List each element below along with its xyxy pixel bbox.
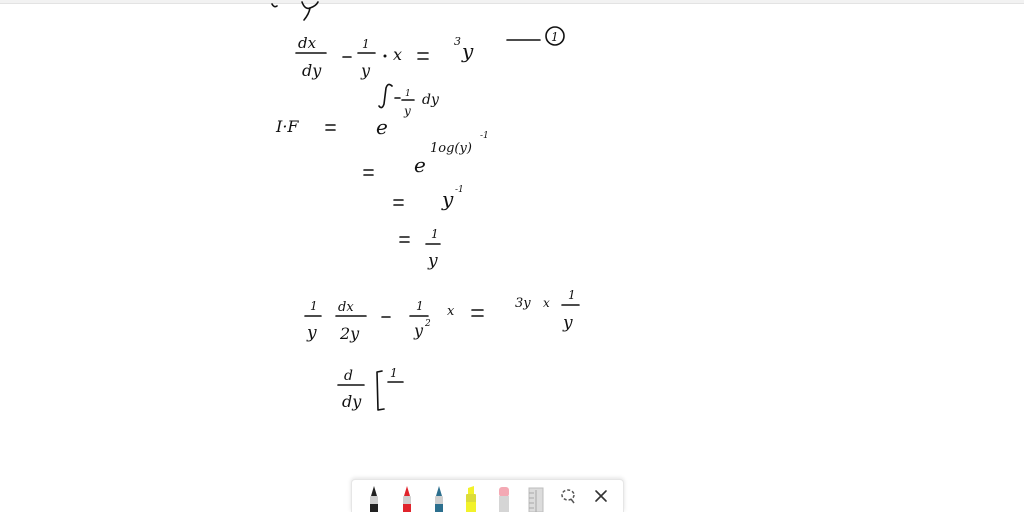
svg-text:y: y bbox=[427, 251, 438, 271]
close-icon bbox=[595, 489, 607, 502]
equation-line-7: d dy 1 bbox=[337, 366, 404, 411]
step-line-5: 1 y bbox=[399, 227, 441, 271]
drawing-toolbar bbox=[351, 479, 624, 512]
highlighter-icon bbox=[466, 486, 477, 512]
rhs-y: y bbox=[461, 39, 474, 63]
svg-text:y: y bbox=[413, 321, 424, 340]
ruler-button[interactable] bbox=[523, 482, 549, 512]
dy-exp: dy bbox=[422, 92, 440, 108]
blue-pen-icon bbox=[434, 486, 443, 512]
red-pen-icon bbox=[402, 486, 411, 512]
handwriting-layer: dx dy 1 y x 3 y 1 I·F e 1 y dy e 1og(y) … bbox=[271, 1, 580, 411]
x-var: x bbox=[393, 45, 402, 64]
svg-text:-1: -1 bbox=[480, 131, 489, 141]
equation-line-1: dx dy 1 y x 3 y 1 bbox=[295, 26, 565, 80]
svg-text:-1: -1 bbox=[455, 185, 464, 195]
svg-text:x: x bbox=[447, 304, 455, 319]
ruler-icon bbox=[528, 487, 544, 512]
dx-numerator: dx bbox=[298, 34, 317, 52]
rhs-3: 3 bbox=[454, 35, 461, 48]
coef-y: y bbox=[360, 61, 371, 80]
black-pen-icon bbox=[370, 486, 379, 512]
svg-text:1: 1 bbox=[310, 299, 318, 313]
highlighter-button[interactable] bbox=[458, 482, 484, 512]
svg-text:2y: 2y bbox=[339, 324, 360, 343]
svg-text:y: y bbox=[306, 323, 317, 343]
eraser-button[interactable] bbox=[491, 482, 517, 512]
lasso-button[interactable] bbox=[555, 479, 581, 512]
lasso-icon bbox=[561, 488, 576, 503]
cutoff-previous-line bbox=[271, 1, 319, 21]
eq-tag: 1 bbox=[551, 30, 559, 44]
svg-text:d: d bbox=[344, 368, 353, 384]
red-pen-button[interactable] bbox=[394, 482, 420, 512]
svg-text:x: x bbox=[543, 296, 550, 310]
integrating-factor-line: I·F e 1 y dy bbox=[275, 83, 440, 139]
svg-text:2: 2 bbox=[424, 319, 431, 329]
e-base-1: e bbox=[376, 115, 388, 139]
svg-text:y: y bbox=[562, 313, 573, 333]
blue-pen-button[interactable] bbox=[426, 482, 452, 512]
svg-text:1: 1 bbox=[390, 366, 398, 380]
close-toolbar-button[interactable] bbox=[588, 479, 614, 512]
e-base-2: e bbox=[414, 153, 426, 177]
svg-text:dy: dy bbox=[342, 392, 362, 411]
eraser-icon bbox=[498, 487, 509, 512]
svg-text:dx: dx bbox=[338, 300, 354, 315]
y-inverse: y bbox=[441, 187, 454, 211]
svg-text:3y: 3y bbox=[515, 296, 531, 311]
log-exponent: 1og(y) bbox=[430, 141, 472, 156]
dy-denominator: dy bbox=[302, 61, 322, 80]
black-pen-button[interactable] bbox=[361, 482, 387, 512]
svg-text:y: y bbox=[403, 104, 411, 118]
svg-text:1: 1 bbox=[568, 288, 576, 302]
whiteboard-canvas[interactable]: dx dy 1 y x 3 y 1 I·F e 1 y dy e 1og(y) … bbox=[0, 0, 1024, 512]
svg-text:1: 1 bbox=[405, 89, 411, 99]
step-line-4: y -1 bbox=[393, 185, 464, 211]
svg-text:1: 1 bbox=[416, 299, 424, 313]
equation-line-6: 1 y dx 2y 1 y 2 x 3y x 1 y bbox=[304, 288, 580, 343]
coef-1: 1 bbox=[362, 37, 370, 51]
if-label: I·F bbox=[275, 117, 299, 136]
svg-text:1: 1 bbox=[431, 227, 439, 241]
